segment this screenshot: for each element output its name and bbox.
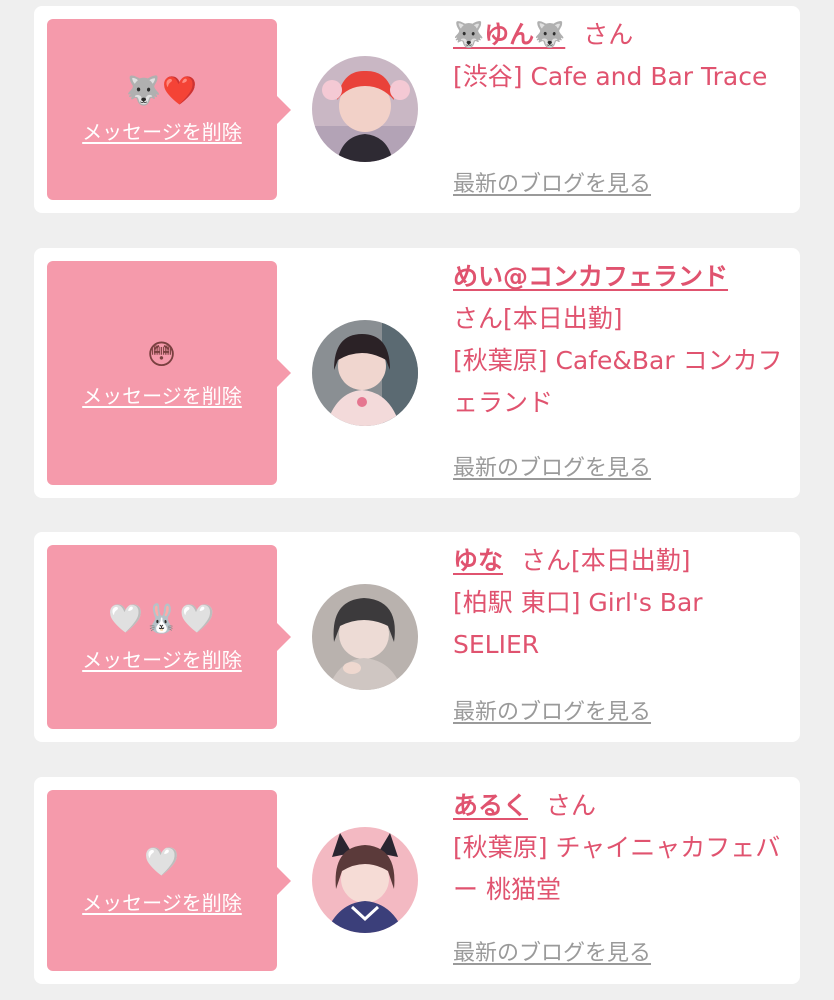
cast-info: めい@コンカフェランド さん[本日出勤] [秋葉原] Cafe&Bar コンカフ… bbox=[453, 256, 783, 424]
delete-message-link[interactable]: メッセージを削除 bbox=[82, 380, 242, 409]
cast-name-link[interactable]: めい@コンカフェランド bbox=[453, 262, 728, 291]
avatar[interactable] bbox=[312, 827, 418, 933]
cast-info: あるく さん [秋葉原] チャイニャカフェバー 桃猫堂 bbox=[453, 785, 783, 911]
message-text: 😳 bbox=[146, 337, 178, 371]
message-card: 🤍🐰🤍 メッセージを削除 ゆな さん[本日出勤] [柏駅 東口] Girl's B… bbox=[34, 532, 800, 742]
message-card: 😳 メッセージを削除 めい@コンカフェランド さん[本日出勤] [秋葉原] Ca… bbox=[34, 248, 800, 498]
venue-text: [秋葉原] Cafe&Bar コンカフェランド bbox=[453, 346, 783, 417]
message-card: 🐺❤️ メッセージを削除 🐺ゆん🐺 さん [渋谷] Cafe and Bar Tr… bbox=[34, 6, 800, 213]
latest-blog-link[interactable]: 最新のブログを見る bbox=[453, 935, 651, 967]
latest-blog-link[interactable]: 最新のブログを見る bbox=[453, 166, 651, 198]
message-text: 🤍 bbox=[144, 845, 180, 878]
message-bubble: 🤍🐰🤍 メッセージを削除 bbox=[47, 545, 291, 729]
cast-name-link[interactable]: 🐺ゆん🐺 bbox=[453, 20, 565, 49]
delete-message-link[interactable]: メッセージを削除 bbox=[82, 116, 242, 145]
honorific: さん bbox=[546, 791, 597, 820]
avatar[interactable] bbox=[312, 56, 418, 162]
venue-text: [柏駅 東口] Girl's Bar SELIER bbox=[453, 588, 703, 659]
message-text: 🤍🐰🤍 bbox=[108, 601, 216, 635]
cast-info: ゆな さん[本日出勤] [柏駅 東口] Girl's Bar SELIER bbox=[453, 540, 783, 666]
venue-text: [秋葉原] チャイニャカフェバー 桃猫堂 bbox=[453, 833, 781, 904]
cast-name-link[interactable]: ゆな bbox=[453, 546, 503, 575]
delete-message-link[interactable]: メッセージを削除 bbox=[82, 644, 242, 673]
message-bubble: 😳 メッセージを削除 bbox=[47, 261, 291, 485]
latest-blog-link[interactable]: 最新のブログを見る bbox=[453, 450, 651, 482]
latest-blog-link[interactable]: 最新のブログを見る bbox=[453, 694, 651, 726]
message-bubble: 🤍 メッセージを削除 bbox=[47, 790, 291, 971]
message-bubble: 🐺❤️ メッセージを削除 bbox=[47, 19, 291, 200]
cast-name-link[interactable]: あるく bbox=[453, 791, 528, 820]
message-card: 🤍 メッセージを削除 あるく さん [秋葉原] チャイニャカフェバー 桃猫堂 最新… bbox=[34, 777, 800, 984]
avatar[interactable] bbox=[312, 320, 418, 426]
honorific: さん[本日出勤] bbox=[521, 546, 691, 575]
avatar[interactable] bbox=[312, 584, 418, 690]
honorific: さん[本日出勤] bbox=[453, 304, 623, 333]
cast-info: 🐺ゆん🐺 さん [渋谷] Cafe and Bar Trace bbox=[453, 14, 783, 98]
message-text: 🐺❤️ bbox=[126, 74, 198, 107]
venue-text: [渋谷] Cafe and Bar Trace bbox=[453, 62, 768, 91]
delete-message-link[interactable]: メッセージを削除 bbox=[82, 887, 242, 916]
honorific: さん bbox=[583, 20, 634, 49]
